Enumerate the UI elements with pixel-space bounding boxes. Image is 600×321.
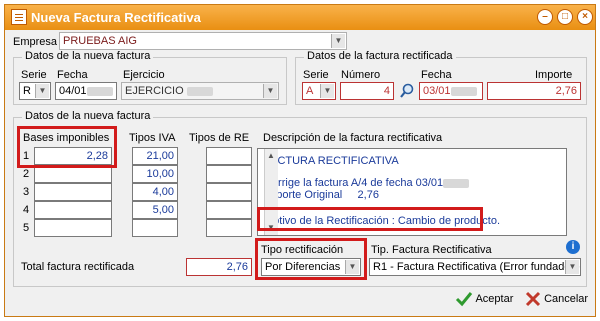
re-input-1[interactable] bbox=[206, 147, 252, 165]
tip-factura-select[interactable]: R1 - Factura Rectificativa (Error fundad… bbox=[369, 258, 581, 276]
iva-input-5[interactable] bbox=[132, 219, 178, 237]
redacted-mark bbox=[450, 86, 477, 96]
iva-value: 4,00 bbox=[152, 186, 174, 198]
iva-label: Tipos IVA bbox=[129, 132, 176, 144]
serie-label: Serie bbox=[21, 69, 47, 81]
checkmark-icon bbox=[455, 292, 473, 307]
empresa-label: Empresa bbox=[13, 36, 58, 48]
ejercicio-select[interactable]: EJERCICIO ▼ bbox=[121, 82, 279, 100]
cancel-label: Cancelar bbox=[544, 292, 589, 305]
cross-icon bbox=[525, 291, 541, 307]
fecha-value: 04/01 bbox=[59, 85, 87, 97]
re-input-2[interactable] bbox=[206, 165, 252, 183]
redacted-mark bbox=[443, 178, 470, 188]
fecha-label: Fecha bbox=[57, 69, 88, 81]
total-input[interactable]: 2,76 bbox=[186, 258, 252, 276]
numero-value: 4 bbox=[383, 85, 390, 97]
group-title: Datos de la nueva factura bbox=[22, 50, 154, 62]
rect-fecha-input[interactable]: 03/01 bbox=[419, 82, 483, 100]
window-title: Nueva Factura Rectificativa bbox=[31, 10, 201, 25]
search-icon[interactable] bbox=[399, 83, 415, 99]
close-icon[interactable]: × bbox=[577, 9, 593, 25]
re-input-3[interactable] bbox=[206, 183, 252, 201]
total-value: 2,76 bbox=[226, 261, 248, 273]
row-number: 2 bbox=[23, 168, 30, 180]
total-label: Total factura rectificada bbox=[21, 261, 135, 273]
rect-serie-value: A bbox=[306, 85, 314, 97]
re-label: Tipos de RE bbox=[189, 132, 250, 144]
redacted-mark bbox=[86, 86, 113, 96]
dialog-window: Nueva Factura Rectificativa – □ × Empres… bbox=[4, 4, 596, 317]
highlight-tipo-rect bbox=[255, 238, 367, 280]
minimize-icon[interactable]: – bbox=[537, 9, 553, 25]
invoice-icon bbox=[11, 9, 27, 25]
highlight-motivo bbox=[257, 207, 483, 231]
tip-factura-value: R1 - Factura Rectificativa (Error fundad… bbox=[373, 261, 581, 273]
numero-label: Número bbox=[341, 69, 381, 81]
group-title: Datos de la factura rectificada bbox=[304, 50, 456, 62]
iva-input-2[interactable]: 10,00 bbox=[132, 165, 178, 183]
empresa-select[interactable]: PRUEBAS AIG ▼ bbox=[59, 32, 347, 50]
chevron-down-icon: ▼ bbox=[263, 84, 277, 98]
chevron-down-icon: ▼ bbox=[565, 260, 579, 274]
re-input-4[interactable] bbox=[206, 201, 252, 219]
numero-input[interactable]: 4 bbox=[340, 82, 394, 100]
rect-fecha-value: 03/01 bbox=[423, 85, 451, 97]
group-title: Datos de la nueva factura bbox=[22, 110, 154, 122]
serie-select[interactable]: R ▼ bbox=[19, 82, 51, 100]
row-number: 3 bbox=[23, 186, 30, 198]
serie-value: R bbox=[23, 85, 31, 97]
row-number: 5 bbox=[23, 222, 30, 234]
iva-input-3[interactable]: 4,00 bbox=[132, 183, 178, 201]
base-input-5[interactable] bbox=[34, 219, 112, 237]
redacted-mark bbox=[186, 86, 213, 96]
row-number: 4 bbox=[23, 204, 30, 216]
desc-line-2-text: Corrige la factura A/4 de fecha 03/01 bbox=[264, 177, 444, 189]
importe-input[interactable]: 2,76 bbox=[487, 82, 581, 100]
descripcion-label: Descripción de la factura rectificativa bbox=[263, 132, 443, 144]
re-input-5[interactable] bbox=[206, 219, 252, 237]
fecha-label: Fecha bbox=[421, 69, 452, 81]
ejercicio-label: Ejercicio bbox=[123, 69, 165, 81]
tip-factura-label: Tip. Factura Rectificativa bbox=[371, 244, 492, 256]
desc-line-1: FACTURA RECTIFICATIVA bbox=[264, 155, 399, 167]
chevron-down-icon: ▼ bbox=[331, 34, 345, 48]
chevron-down-icon: ▼ bbox=[35, 84, 49, 98]
serie-label: Serie bbox=[303, 69, 329, 81]
maximize-icon[interactable]: □ bbox=[557, 9, 573, 25]
desc-line-3: Importe Original 2,76 bbox=[264, 189, 379, 201]
iva-value: 5,00 bbox=[152, 204, 174, 216]
accept-label: Aceptar bbox=[475, 292, 514, 305]
iva-value: 10,00 bbox=[146, 168, 174, 180]
base-input-3[interactable] bbox=[34, 183, 112, 201]
iva-input-4[interactable]: 5,00 bbox=[132, 201, 178, 219]
accept-button[interactable]: Aceptar bbox=[455, 291, 513, 313]
iva-value: 21,00 bbox=[146, 150, 174, 162]
rect-serie-select[interactable]: A ▼ bbox=[302, 82, 336, 100]
importe-value: 2,76 bbox=[555, 85, 577, 97]
iva-input-1[interactable]: 21,00 bbox=[132, 147, 178, 165]
base-input-4[interactable] bbox=[34, 201, 112, 219]
fecha-input[interactable]: 04/01 bbox=[55, 82, 117, 100]
highlight-bases bbox=[17, 126, 117, 168]
desc-line-3-value: 2,76 bbox=[357, 189, 379, 201]
info-icon[interactable]: i bbox=[566, 240, 580, 254]
empresa-value: PRUEBAS AIG bbox=[63, 35, 137, 47]
desc-line-2: Corrige la factura A/4 de fecha 03/01 bbox=[264, 177, 470, 189]
cancel-button[interactable]: Cancelar bbox=[525, 291, 588, 313]
ejercicio-value: EJERCICIO bbox=[125, 85, 184, 97]
scroll-up-icon[interactable]: ▲ bbox=[267, 151, 275, 160]
importe-label: Importe bbox=[535, 69, 573, 81]
chevron-down-icon: ▼ bbox=[320, 84, 334, 98]
title-bar[interactable]: Nueva Factura Rectificativa – □ × bbox=[5, 5, 595, 30]
